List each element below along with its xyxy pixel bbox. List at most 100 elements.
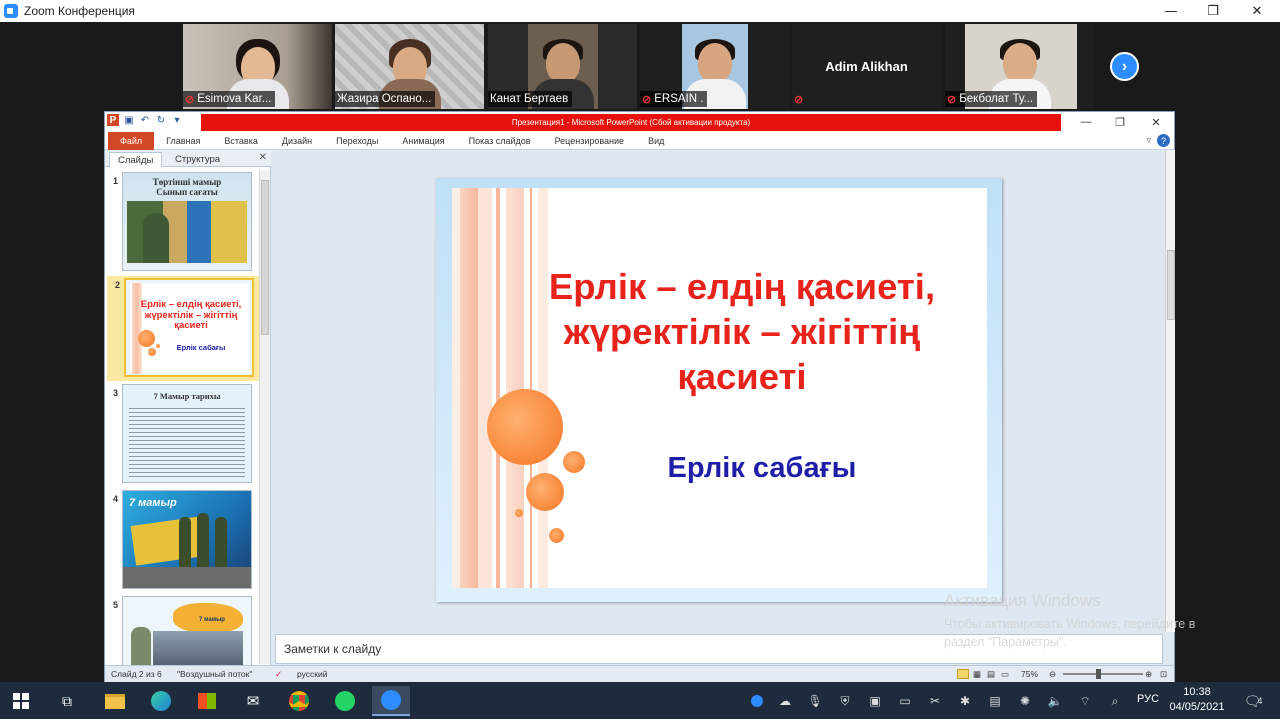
participant-name: ERSAIN . <box>654 93 704 105</box>
save-icon[interactable]: ▣ <box>123 114 135 126</box>
display-icon[interactable]: ▤ <box>986 692 1004 710</box>
notifications-icon[interactable]: 🗨 4 <box>1240 692 1266 710</box>
tab-animations[interactable]: Анимация <box>390 132 456 150</box>
zoom-titlebar: Zoom Конференция — ❐ ✕ <box>0 0 1280 22</box>
normal-view-icon[interactable] <box>957 669 969 679</box>
participant-name: Бекболат Ту... <box>959 93 1034 105</box>
tab-transitions[interactable]: Переходы <box>324 132 390 150</box>
windows-activation-watermark: Активация Windows Чтобы активировать Win… <box>944 591 1195 651</box>
slide-number: 4 <box>113 494 119 504</box>
redo-icon[interactable]: ↻ <box>155 114 167 126</box>
mail-icon[interactable]: ✉ <box>238 686 268 716</box>
thumb-title: Төртінші мамыр <box>152 177 222 187</box>
edge-icon[interactable] <box>146 686 176 716</box>
ppt-close-button[interactable]: ✕ <box>1143 114 1169 130</box>
status-bar: Слайд 2 из 6 "Воздушный поток" ✓ русский… <box>105 665 1174 682</box>
ppt-minimize-button[interactable]: — <box>1073 114 1099 130</box>
slide-area-scrollbar[interactable] <box>1165 150 1175 632</box>
mic-muted-icon: ⊘ <box>794 93 804 106</box>
system-clock[interactable]: 10:38 04/05/2021 <box>1168 685 1226 715</box>
decor-circle-large <box>487 389 563 465</box>
clock-date: 04/05/2021 <box>1169 701 1225 713</box>
participant-tile-esimova[interactable]: ⊘ Esimova Kar... <box>183 24 332 109</box>
network-tool-icon[interactable]: ✂ <box>926 692 944 710</box>
customize-qat-icon[interactable]: ▾ <box>171 114 183 126</box>
participant-name: Жазира Оспано... <box>337 93 432 105</box>
tab-view[interactable]: Вид <box>636 132 676 150</box>
participant-tile-adim[interactable]: Adim Alikhan ⊘ <box>792 24 941 109</box>
zoom-tray-icon[interactable] <box>748 692 766 710</box>
notes-placeholder: Заметки к слайду <box>284 642 382 656</box>
reading-view-icon[interactable]: ▤ <box>987 669 995 680</box>
slide-number: 3 <box>113 388 119 398</box>
slide-sorter-icon[interactable]: ▦ <box>973 669 981 680</box>
close-pane-icon[interactable]: ✕ <box>259 152 267 163</box>
tab-insert[interactable]: Вставка <box>212 132 269 150</box>
slideshow-icon[interactable]: ▭ <box>1001 669 1009 680</box>
minimize-button[interactable]: — <box>1150 0 1192 22</box>
slide-thumbnail-5[interactable]: 5 7 мамыр <box>105 596 257 666</box>
language-indicator[interactable]: русский <box>297 669 328 679</box>
participant-tile-bekbolat[interactable]: ⊘ Бекболат Ту... <box>945 24 1094 109</box>
chrome-icon[interactable] <box>284 686 314 716</box>
battery-icon[interactable]: ▭ <box>896 692 914 710</box>
participant-tile-zhazira[interactable]: Жазира Оспано... <box>335 24 484 109</box>
slide-thumbnail-4[interactable]: 4 7 мамыр <box>105 490 257 591</box>
tab-home[interactable]: Главная <box>154 132 212 150</box>
slide-subtitle[interactable]: Ерлік сабағы <box>552 452 972 485</box>
spellcheck-icon[interactable]: ✓ <box>275 669 282 680</box>
slide-thumbnail-2[interactable]: 2 Ерлік – елдің қасиеті, жүректілік – жі… <box>107 276 259 381</box>
start-button[interactable] <box>6 686 36 716</box>
tab-review[interactable]: Рецензирование <box>543 132 637 150</box>
participant-namebar: ⊘ Бекболат Ту... <box>945 91 1038 107</box>
slide-title[interactable]: Ерлік – елдің қасиеті, жүректілік – жігі… <box>502 264 982 399</box>
search-tray-icon[interactable]: ⌕ <box>1106 692 1124 710</box>
store-icon[interactable] <box>192 686 222 716</box>
security-icon[interactable]: ⛨ <box>836 692 854 710</box>
wifi-icon[interactable]: ⌔ <box>1076 692 1094 710</box>
close-button[interactable]: ✕ <box>1236 0 1278 22</box>
task-view-icon[interactable]: ⧉ <box>52 686 82 716</box>
fit-to-window-icon[interactable]: ⊡ <box>1160 669 1167 680</box>
volume-icon[interactable]: 🔈 <box>1046 692 1064 710</box>
zoom-in-icon[interactable]: ⊕ <box>1145 669 1152 680</box>
zoom-out-icon[interactable]: ⊖ <box>1049 669 1056 680</box>
whatsapp-icon[interactable] <box>330 686 360 716</box>
file-explorer-icon[interactable] <box>100 686 130 716</box>
onedrive-icon[interactable]: ☁ <box>776 692 794 710</box>
watermark-title: Активация Windows <box>944 591 1101 610</box>
input-language[interactable]: РУС <box>1137 693 1159 705</box>
tab-slides[interactable]: Слайды <box>109 152 163 167</box>
tab-file[interactable]: Файл <box>108 131 155 150</box>
current-slide[interactable]: Ерлік – елдің қасиеті, жүректілік – жігі… <box>436 178 1002 602</box>
slide-counter: Слайд 2 из 6 <box>111 669 162 679</box>
participant-namebar: ⊘ ERSAIN . <box>640 91 708 107</box>
zoom-slider[interactable] <box>1063 669 1143 679</box>
slide-thumbnail-1[interactable]: 1 Төртінші мамыр Сынып сағаты <box>105 172 257 273</box>
microphone-icon[interactable]: 🎙 <box>806 692 824 710</box>
thumb-title: 7 мамыр <box>129 497 177 509</box>
tab-outline[interactable]: Структура <box>167 152 228 167</box>
app-tray-icon-2[interactable]: ✱ <box>956 692 974 710</box>
next-participants-arrow-icon[interactable]: › <box>1110 52 1139 81</box>
ppt-restore-button[interactable]: ❐ <box>1107 114 1133 130</box>
tab-slide-show[interactable]: Показ слайдов <box>457 132 543 150</box>
help-icon[interactable]: ? <box>1157 134 1170 147</box>
participant-tile-ersain[interactable]: ⊘ ERSAIN . <box>640 24 789 109</box>
undo-icon[interactable]: ↶ <box>139 114 151 126</box>
slides-pane-scrollbar[interactable] <box>259 170 270 664</box>
zoom-taskbar-icon[interactable] <box>372 686 410 716</box>
app-tray-icon-3[interactable]: ✺ <box>1016 692 1034 710</box>
watermark-line: Чтобы активировать Windows, перейдите в <box>944 617 1196 631</box>
slide-thumbnail-3[interactable]: 3 7 Мамыр тарихы <box>105 384 257 485</box>
mic-muted-icon: ⊘ <box>642 93 652 106</box>
tab-design[interactable]: Дизайн <box>270 132 324 150</box>
notification-count: 4 <box>1257 696 1263 706</box>
restore-button[interactable]: ❐ <box>1192 0 1234 22</box>
app-tray-icon[interactable]: ▣ <box>866 692 884 710</box>
participant-namebar: Канат Бертаев <box>488 91 573 107</box>
ribbon-collapse-icon[interactable]: ▿ <box>1146 135 1151 146</box>
participant-tile-kanat[interactable]: Канат Бертаев <box>488 24 637 109</box>
participant-name: Adim Alikhan <box>825 59 908 74</box>
zoom-level[interactable]: 75% <box>1021 669 1038 679</box>
